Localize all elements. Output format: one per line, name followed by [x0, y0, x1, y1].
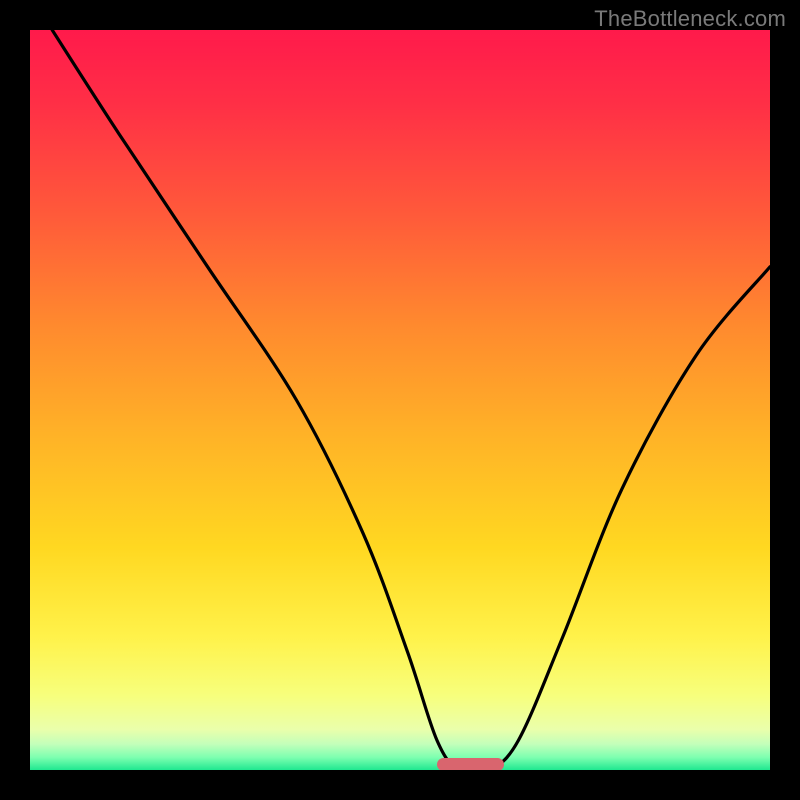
plot-area — [30, 30, 770, 770]
curve-layer — [30, 30, 770, 770]
chart-frame: TheBottleneck.com — [0, 0, 800, 800]
watermark-text: TheBottleneck.com — [594, 6, 786, 32]
optimal-range-marker — [437, 758, 504, 770]
bottleneck-curve-path — [52, 30, 770, 770]
